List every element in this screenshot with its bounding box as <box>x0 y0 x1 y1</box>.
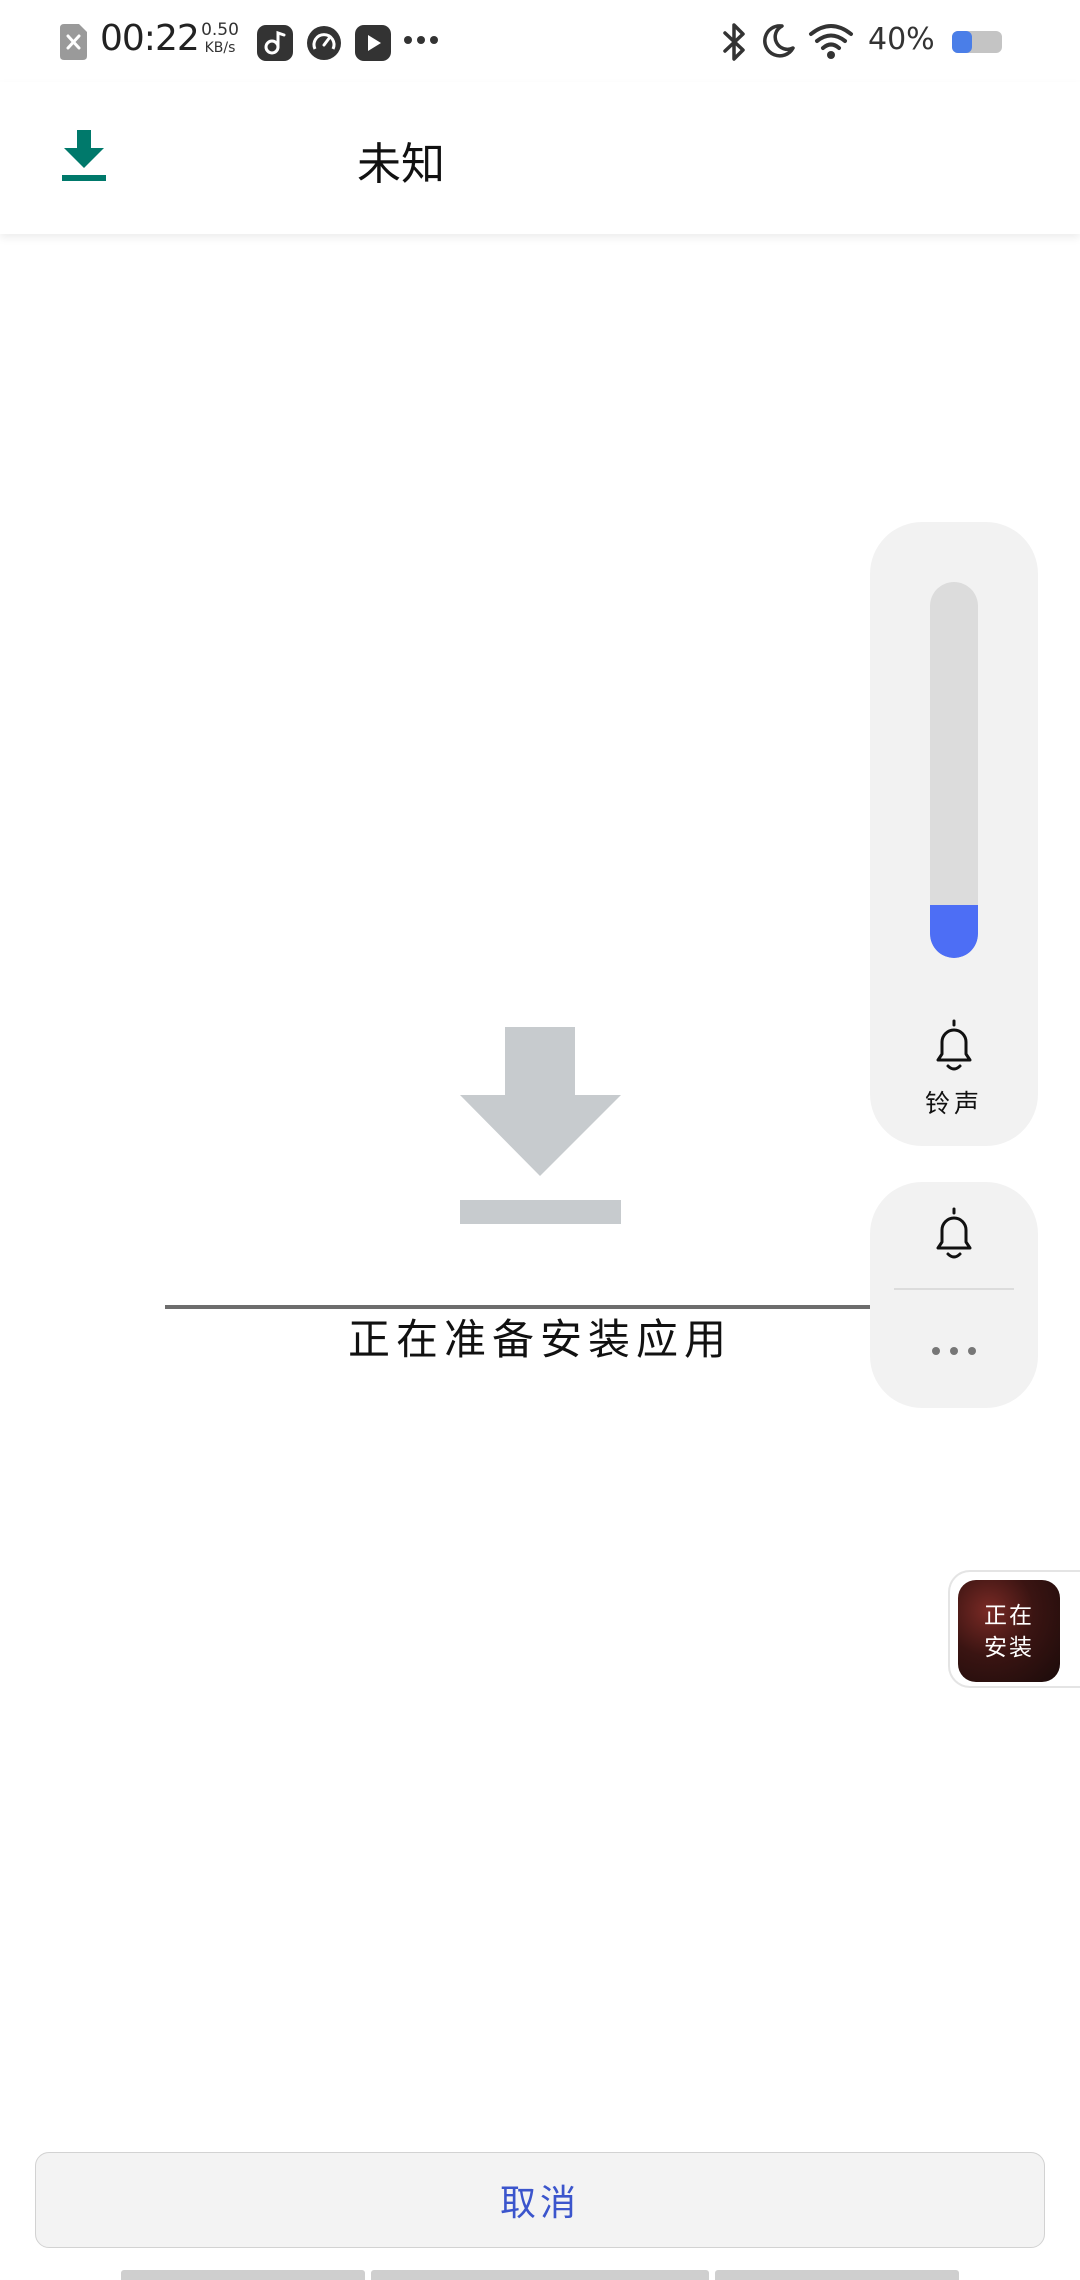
bell-icon[interactable] <box>930 1206 978 1262</box>
cancel-button[interactable]: 取消 <box>35 2152 1045 2248</box>
installing-floating-bubble[interactable]: 正在 安装 <box>948 1570 1080 1688</box>
bottom-bar-segment <box>715 2270 959 2280</box>
volume-slider[interactable] <box>930 582 978 958</box>
do-not-disturb-moon-icon <box>763 24 795 58</box>
more-icon <box>404 36 438 44</box>
bluetooth-icon <box>723 23 745 61</box>
download-icon <box>62 130 106 181</box>
video-app-icon <box>355 25 391 61</box>
battery-icon <box>952 31 1002 53</box>
music-app-icon <box>257 25 293 61</box>
sim-error-icon <box>60 24 87 60</box>
network-speed-value: 0.50 <box>201 20 239 40</box>
cancel-button-label: 取消 <box>499 2183 580 2224</box>
bell-icon[interactable] <box>930 1018 978 1074</box>
volume-panel: 铃声 <box>870 522 1038 1146</box>
volume-label: 铃声 <box>924 1089 983 1118</box>
installing-app-thumbnail: 正在 安装 <box>958 1580 1060 1682</box>
volume-slider-fill <box>930 905 978 958</box>
page-title: 未知 <box>357 139 445 190</box>
app-bar: 未知 <box>0 82 1080 234</box>
wifi-icon <box>809 24 853 59</box>
status-bar: 00:22 0.50 KB/s 40% <box>0 0 1080 82</box>
installing-label: 正在 安装 <box>984 1603 1034 1661</box>
download-icon <box>460 1027 621 1224</box>
bottom-bar-segment <box>121 2270 365 2280</box>
more-icon[interactable] <box>930 1344 978 1358</box>
battery-percent: 40% <box>868 22 935 57</box>
status-time: 00:22 <box>100 18 200 59</box>
bottom-bar-segment <box>371 2270 709 2280</box>
network-speed: 0.50 KB/s <box>196 20 244 56</box>
ringer-divider <box>894 1288 1014 1290</box>
speed-app-icon <box>307 26 341 60</box>
network-speed-unit: KB/s <box>204 40 236 56</box>
ringer-panel <box>870 1182 1038 1408</box>
